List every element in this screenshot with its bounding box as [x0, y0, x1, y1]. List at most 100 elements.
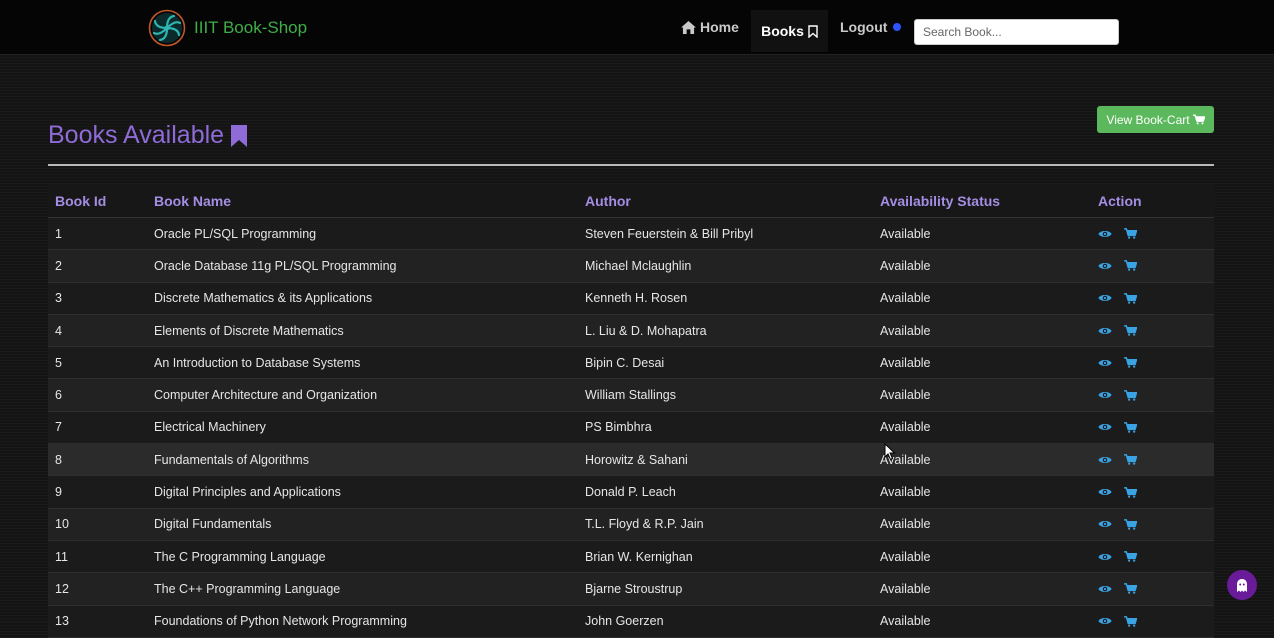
add-to-cart-icon[interactable] — [1124, 292, 1137, 304]
cell-availability: Available — [880, 323, 931, 338]
cell-book-name: Discrete Mathematics & its Applications — [154, 291, 373, 306]
view-book-eye-icon[interactable] — [1098, 616, 1112, 626]
cell-availability: Available — [880, 226, 931, 241]
cell-action — [1098, 551, 1214, 562]
view-book-eye-icon[interactable] — [1098, 390, 1112, 400]
page-title: Books Available — [48, 121, 248, 150]
add-to-cart-icon[interactable] — [1124, 615, 1137, 627]
cell-action — [1098, 228, 1214, 239]
cell-author: Steven Feuerstein & Bill Pribyl — [585, 226, 754, 241]
search-input[interactable] — [914, 19, 1119, 45]
mouse-cursor-icon — [884, 443, 896, 461]
view-book-eye-icon[interactable] — [1098, 487, 1112, 497]
nav-logout[interactable]: Logout — [840, 0, 902, 54]
cell-action — [1098, 325, 1214, 336]
cell-availability: Available — [880, 258, 931, 273]
view-book-eye-icon[interactable] — [1098, 422, 1112, 432]
cell-action — [1098, 260, 1214, 272]
cell-book-name: An Introduction to Database Systems — [154, 355, 361, 370]
table-row: 2 Oracle Database 11g PL/SQL Programming M… — [48, 250, 1214, 283]
cell-book-id: 13 — [55, 614, 69, 629]
cell-book-id: 8 — [55, 452, 62, 467]
cell-book-name: Fundamentals of Algorithms — [154, 452, 309, 467]
cell-action — [1098, 292, 1214, 304]
page-title-text: Books Available — [48, 121, 225, 149]
table-row: 11 The C Programming Language Brian W. Ker… — [48, 540, 1214, 574]
nav-logout-label: Logout — [840, 19, 888, 35]
cell-author: Michael Mclaughlin — [585, 258, 692, 273]
view-cart-button[interactable]: View Book-Cart — [1097, 106, 1214, 133]
cell-availability: Available — [880, 452, 931, 467]
nav-home[interactable]: Home — [681, 0, 739, 54]
table-row: 7 Electrical Machinery PS Bimbhra Available — [48, 411, 1214, 445]
add-to-cart-icon[interactable] — [1124, 325, 1137, 336]
add-to-cart-icon[interactable] — [1124, 389, 1137, 401]
add-to-cart-icon[interactable] — [1124, 583, 1137, 595]
brand[interactable]: IIIT Book-Shop — [148, 9, 307, 47]
add-to-cart-icon[interactable] — [1124, 357, 1137, 369]
nav-books-label: Books — [761, 23, 804, 39]
header-availability: Availability Status — [880, 192, 1001, 209]
cell-book-name: The C Programming Language — [154, 549, 326, 564]
cell-author: Bipin C. Desai — [585, 355, 665, 370]
cell-book-name: Oracle PL/SQL Programming — [154, 226, 317, 241]
header-book-id: Book Id — [55, 192, 107, 209]
cell-author: L. Liu & D. Mohapatra — [585, 323, 707, 338]
cell-action — [1098, 389, 1214, 401]
view-book-eye-icon[interactable] — [1098, 519, 1112, 529]
cell-action — [1098, 486, 1214, 498]
nav-home-label: Home — [700, 19, 739, 35]
add-to-cart-icon[interactable] — [1124, 454, 1137, 465]
title-divider — [48, 164, 1214, 166]
cell-book-name: Computer Architecture and Organization — [154, 388, 378, 403]
top-navbar: IIIT Book-Shop Home Books Logout — [0, 0, 1274, 55]
cell-author: Bjarne Stroustrup — [585, 581, 683, 596]
assistant-ghost-button[interactable] — [1227, 570, 1257, 600]
add-to-cart-icon[interactable] — [1124, 260, 1137, 272]
table-row: 1 Oracle PL/SQL Programming Steven Feuerst… — [48, 218, 1214, 251]
cell-book-name: Foundations of Python Network Programmin… — [154, 614, 407, 629]
cell-availability: Available — [880, 388, 931, 403]
add-to-cart-icon[interactable] — [1124, 518, 1137, 530]
cell-book-name: Oracle Database 11g PL/SQL Programming — [154, 258, 397, 273]
cell-author: William Stallings — [585, 388, 676, 403]
cell-book-id: 4 — [55, 323, 62, 338]
view-book-eye-icon[interactable] — [1098, 326, 1112, 336]
header-action: Action — [1098, 192, 1142, 209]
cell-availability: Available — [880, 420, 931, 435]
cell-availability: Available — [880, 355, 931, 370]
cell-book-name: Digital Fundamentals — [154, 517, 272, 532]
view-book-eye-icon[interactable] — [1098, 293, 1112, 303]
add-to-cart-icon[interactable] — [1124, 228, 1137, 239]
cell-book-id: 5 — [55, 355, 62, 370]
cell-availability: Available — [880, 581, 931, 596]
view-book-eye-icon[interactable] — [1098, 261, 1112, 271]
cell-book-name: Elements of Discrete Mathematics — [154, 323, 344, 338]
logo-icon — [148, 9, 186, 47]
cell-action — [1098, 518, 1214, 530]
home-icon — [681, 20, 696, 34]
table-row: 12 The C++ Programming Language Bjarne Str… — [48, 573, 1214, 606]
nav-books[interactable]: Books — [751, 10, 828, 52]
view-book-eye-icon[interactable] — [1098, 455, 1112, 465]
cell-availability: Available — [880, 291, 931, 306]
cell-author: Brian W. Kernighan — [585, 549, 693, 564]
cell-book-id: 6 — [55, 388, 62, 403]
add-to-cart-icon[interactable] — [1124, 486, 1137, 498]
view-book-eye-icon[interactable] — [1098, 358, 1112, 368]
table-row: 9 Digital Principles and Applications Dona… — [48, 476, 1214, 509]
cell-availability: Available — [880, 485, 931, 500]
cell-author: Kenneth H. Rosen — [585, 291, 688, 306]
cell-availability: Available — [880, 517, 931, 532]
view-book-eye-icon[interactable] — [1098, 584, 1112, 594]
view-book-eye-icon[interactable] — [1098, 552, 1112, 562]
add-to-cart-icon[interactable] — [1124, 422, 1137, 433]
add-to-cart-icon[interactable] — [1124, 551, 1137, 562]
cell-action — [1098, 583, 1214, 595]
view-book-eye-icon[interactable] — [1098, 229, 1112, 239]
table-row: 5 An Introduction to Database Systems Bipi… — [48, 347, 1214, 380]
cell-action — [1098, 422, 1214, 433]
header-book-name: Book Name — [154, 192, 232, 209]
table-row: 3 Discrete Mathematics & its Applications… — [48, 282, 1214, 315]
cell-book-name: The C++ Programming Language — [154, 581, 341, 596]
